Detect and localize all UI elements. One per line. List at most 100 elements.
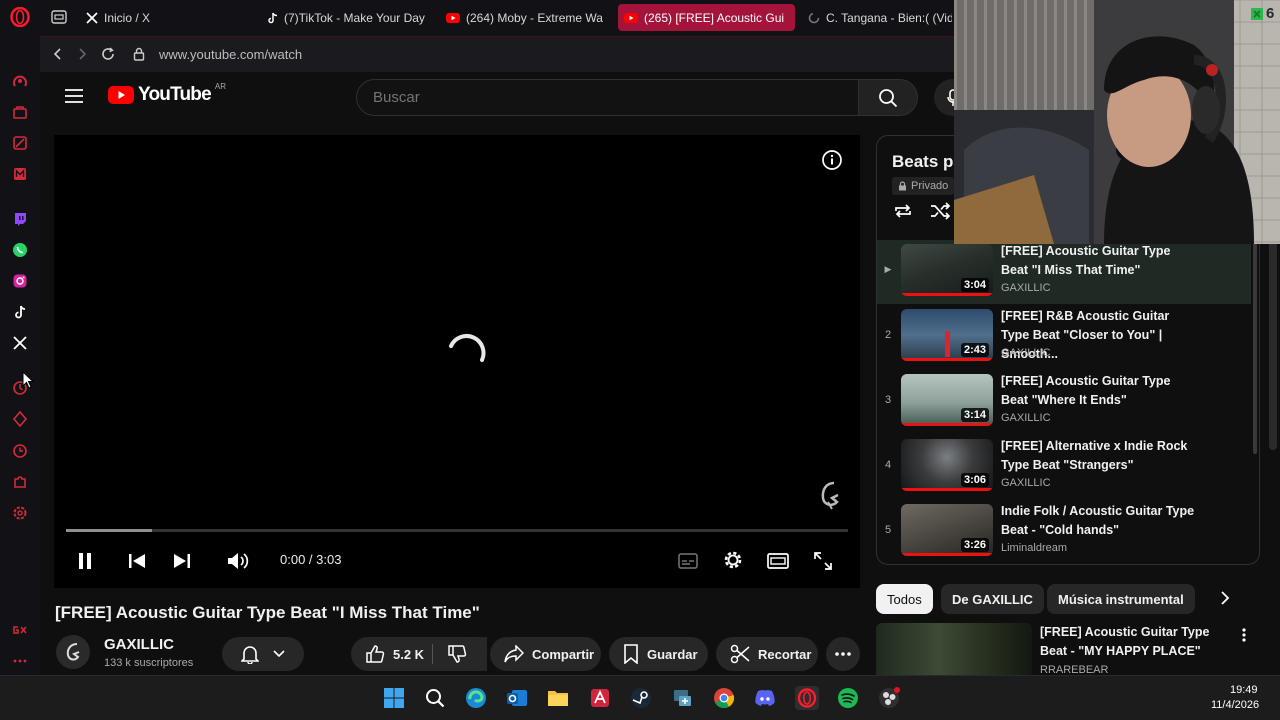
- instagram-icon[interactable]: [10, 271, 30, 291]
- settings-icon[interactable]: [10, 503, 30, 523]
- loop-icon: [892, 202, 914, 220]
- clock-icon[interactable]: [10, 441, 30, 461]
- region-code: AR: [214, 82, 226, 91]
- more-actions-button[interactable]: [826, 637, 860, 671]
- playlist-item-channel: GAXILLIC: [1001, 347, 1051, 359]
- edge-app[interactable]: [464, 686, 488, 710]
- recommendation-thumbnail[interactable]: [876, 623, 1032, 675]
- twitch-icon[interactable]: [10, 209, 30, 229]
- search-button[interactable]: [858, 79, 918, 116]
- fullscreen-button[interactable]: [811, 549, 835, 573]
- messenger-icon[interactable]: [10, 164, 30, 184]
- watched-progress-bar: [901, 488, 993, 491]
- subtitles-button[interactable]: [676, 549, 700, 573]
- crypto-wallet-icon[interactable]: [10, 102, 30, 122]
- tab-c-tangana[interactable]: C. Tangana - Bien:( (Vide: [802, 4, 952, 31]
- tab-acoustic-guitar[interactable]: (265) [FREE] Acoustic Gui: [618, 4, 795, 31]
- lock-icon[interactable]: [133, 47, 145, 61]
- theater-mode-button[interactable]: [766, 549, 790, 573]
- playlist-title[interactable]: Beats pa: [892, 152, 963, 172]
- shuffle-button[interactable]: [930, 202, 952, 220]
- youtube-icon: [108, 86, 134, 104]
- gx-icon[interactable]: [10, 620, 30, 640]
- channel-watermark-icon[interactable]: [818, 480, 842, 510]
- channel-logo-icon: [64, 642, 82, 662]
- tab-x-inicio[interactable]: Inicio / X: [80, 4, 255, 31]
- x-logo-icon[interactable]: [10, 333, 30, 353]
- thumbnail: 2:43: [901, 309, 993, 361]
- dislike-button[interactable]: [433, 637, 481, 671]
- taskbar-search-button[interactable]: [423, 686, 447, 710]
- search-input[interactable]: [373, 89, 833, 106]
- watched-progress-bar: [901, 293, 993, 296]
- youtube-icon: [446, 12, 460, 23]
- file-explorer-app[interactable]: [546, 686, 570, 710]
- discord-app[interactable]: [753, 686, 777, 710]
- previous-button[interactable]: [125, 549, 149, 573]
- obs-app[interactable]: [877, 686, 901, 710]
- watched-progress-bar: [901, 553, 993, 556]
- forward-icon[interactable]: [76, 48, 88, 60]
- network-app[interactable]: [670, 686, 694, 710]
- outlook-app[interactable]: [505, 686, 529, 710]
- tab-moby[interactable]: (264) Moby - Extreme Wa: [440, 4, 610, 31]
- start-button[interactable]: [382, 686, 406, 710]
- pause-button[interactable]: [73, 549, 97, 573]
- url-field[interactable]: www.youtube.com/watch: [159, 47, 302, 62]
- playlist-item[interactable]: 3 3:14 [FREE] Acoustic Guitar Type Beat …: [877, 370, 1251, 434]
- playlist-item[interactable]: 5 3:26 Indie Folk / Acoustic Guitar Type…: [877, 500, 1251, 564]
- app-red[interactable]: [588, 686, 612, 710]
- opera-logo-icon[interactable]: [10, 7, 30, 27]
- playlist-item-index: 2: [884, 329, 892, 341]
- opera-gx-app[interactable]: [795, 686, 819, 710]
- tab-tiktok[interactable]: (7)TikTok - Make Your Day: [262, 4, 437, 31]
- more-options-icon[interactable]: [10, 651, 30, 671]
- back-icon[interactable]: [52, 48, 64, 60]
- chips-next-button[interactable]: [1220, 590, 1230, 606]
- playlist-item[interactable]: ▶ 3:04 [FREE] Acoustic Guitar Type Beat …: [877, 240, 1251, 304]
- spotify-app[interactable]: [836, 686, 860, 710]
- loop-button[interactable]: [892, 202, 914, 220]
- pinboard-icon[interactable]: [10, 409, 30, 429]
- menu-icon[interactable]: [65, 89, 83, 103]
- save-button[interactable]: Guardar: [609, 637, 708, 671]
- subtitles-icon: [678, 553, 698, 569]
- settings-button[interactable]: [721, 548, 745, 572]
- youtube-logo[interactable]: YouTube AR: [108, 82, 226, 106]
- tiktok-icon[interactable]: [10, 302, 30, 322]
- opera-logo-icon: [797, 688, 817, 708]
- channel-name[interactable]: GAXILLIC: [104, 636, 174, 653]
- playlist-item[interactable]: 2 2:43 [FREE] R&B Acoustic Guitar Type B…: [877, 305, 1251, 369]
- chip-musica-instrumental[interactable]: Música instrumental: [1047, 584, 1195, 614]
- volume-button[interactable]: [226, 549, 252, 573]
- chip-todos[interactable]: Todos: [876, 584, 933, 614]
- next-button[interactable]: [170, 549, 194, 573]
- network-icon: [671, 687, 693, 709]
- whatsapp-icon[interactable]: [10, 240, 30, 260]
- video-player[interactable]: 0:00 / 3:03: [54, 135, 860, 588]
- aria-icon[interactable]: [10, 71, 30, 91]
- player-icon[interactable]: [10, 133, 30, 153]
- extensions-icon[interactable]: [10, 472, 30, 492]
- loading-spinner-icon: [442, 330, 488, 376]
- recommendation-title[interactable]: [FREE] Acoustic Guitar Type Beat - "MY H…: [1040, 623, 1230, 661]
- reload-icon[interactable]: [101, 47, 115, 61]
- progress-track[interactable]: [66, 529, 848, 532]
- recommendation-menu-button[interactable]: [1242, 628, 1246, 642]
- time-display: 0:00 / 3:03: [280, 552, 342, 567]
- share-button[interactable]: Compartir: [490, 637, 601, 671]
- chrome-app[interactable]: [712, 686, 736, 710]
- playlist-scrollbar[interactable]: [1253, 234, 1257, 454]
- tab-islands-icon[interactable]: [51, 10, 67, 24]
- playlist-item-channel: GAXILLIC: [1001, 477, 1051, 489]
- chip-de-gaxillic[interactable]: De GAXILLIC: [941, 584, 1044, 614]
- taskbar-date[interactable]: 11/4/2026: [1211, 699, 1259, 711]
- info-icon[interactable]: [822, 150, 842, 170]
- duration-badge: 3:26: [960, 538, 989, 552]
- steam-app[interactable]: [629, 686, 653, 710]
- taskbar-clock[interactable]: 19:49: [1230, 684, 1258, 696]
- clip-button[interactable]: Recortar: [716, 637, 818, 671]
- subscription-bell-button[interactable]: [222, 637, 304, 671]
- playlist-item[interactable]: 4 3:06 [FREE] Alternative x Indie Rock T…: [877, 435, 1251, 499]
- channel-avatar[interactable]: [56, 635, 90, 669]
